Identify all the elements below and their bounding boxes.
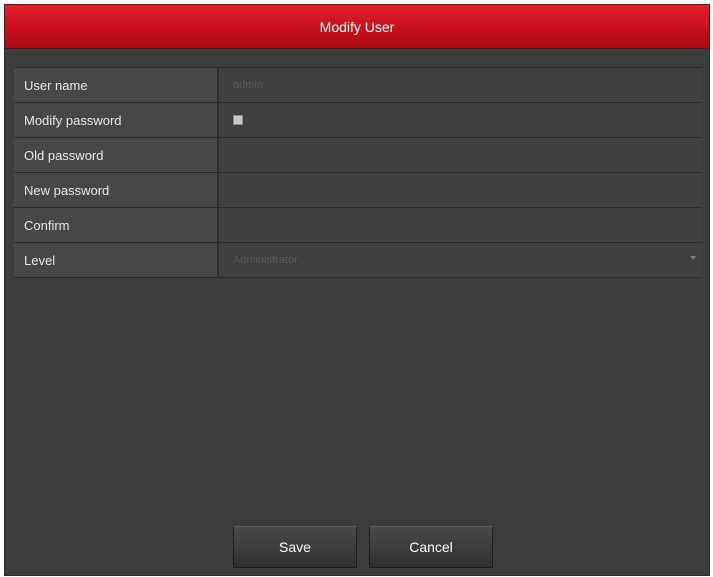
form-row-confirm: Confirm [14, 208, 702, 243]
level-selected-value: Administrator [233, 254, 298, 266]
cancel-button[interactable]: Cancel [369, 526, 493, 568]
user-name-field[interactable] [233, 68, 702, 102]
old-password-label: Old password [14, 138, 219, 172]
modify-password-cell [219, 103, 702, 137]
level-select[interactable]: Administrator [219, 243, 702, 277]
form-row-old-password: Old password [14, 138, 702, 173]
modify-password-label: Modify password [14, 103, 219, 137]
form-row-modify-password: Modify password [14, 103, 702, 138]
old-password-cell [219, 138, 702, 172]
user-name-cell [219, 68, 702, 102]
form-row-new-password: New password [14, 173, 702, 208]
modify-password-checkbox[interactable] [233, 115, 243, 125]
new-password-label: New password [14, 173, 219, 207]
chevron-down-icon [690, 256, 696, 260]
old-password-field[interactable] [233, 138, 702, 172]
form-row-user-name: User name [14, 68, 702, 103]
save-button[interactable]: Save [233, 526, 357, 568]
confirm-password-field[interactable] [233, 208, 702, 242]
user-name-label: User name [14, 68, 219, 102]
confirm-cell [219, 208, 702, 242]
dialog-title-bar: Modify User [5, 5, 709, 49]
form-row-level: Level Administrator [14, 243, 702, 278]
dialog-title: Modify User [319, 18, 395, 35]
modify-user-dialog: Modify User User name Modify password Ol… [4, 4, 710, 576]
new-password-cell [219, 173, 702, 207]
level-label: Level [14, 243, 219, 277]
new-password-field[interactable] [233, 173, 702, 207]
user-form: User name Modify password Old password N… [14, 67, 702, 278]
confirm-label: Confirm [14, 208, 219, 242]
